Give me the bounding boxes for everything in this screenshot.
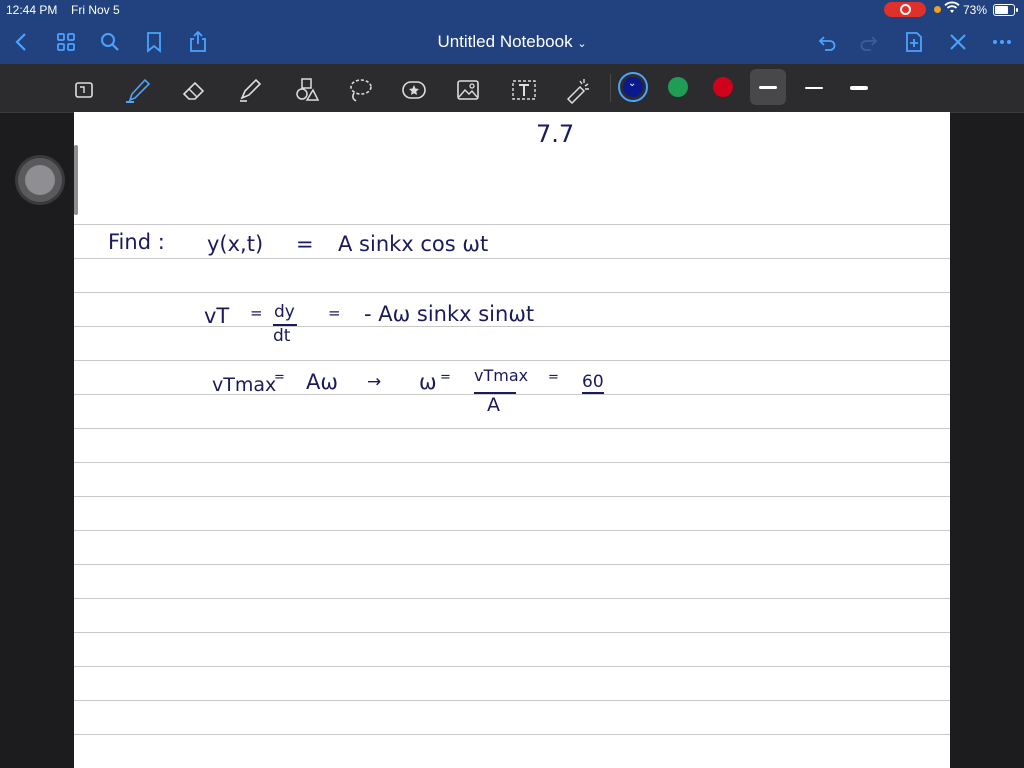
ruled-line [74,666,950,667]
image-icon[interactable] [450,72,486,108]
omega-symbol: ω [419,370,437,394]
sticker-icon[interactable] [396,72,432,108]
ruled-line [74,292,950,293]
color-swatch-red[interactable] [713,77,733,97]
fraction-numerator: vTmax [474,366,529,385]
pen-icon[interactable] [120,72,156,108]
ruled-line [74,428,950,429]
share-icon[interactable] [184,28,212,56]
status-time: 12:44 PM [6,3,58,17]
wave-function-rhs: A sinkx cos ωt [338,232,489,256]
ruled-line [74,564,950,565]
equals-sign: = [440,370,451,385]
toolbar-divider [610,74,611,102]
laser-pointer-icon[interactable] [560,72,596,108]
ruled-line [74,462,950,463]
lasso-icon[interactable] [342,72,378,108]
chevron-down-icon[interactable]: ⌄ [577,38,586,50]
highlighter-icon[interactable] [232,72,268,108]
bookmark-icon[interactable] [140,28,168,56]
ruled-line [74,530,950,531]
wifi-icon [944,1,960,18]
ruled-line [74,734,950,735]
velocity-rhs: - Aω sinkx sinωt [364,302,535,326]
color-swatch-green[interactable] [668,77,688,97]
color-swatch-navy[interactable]: ⌄ [623,77,643,97]
battery-icon [993,4,1018,16]
status-bar: 12:44 PM Fri Nov 5 73% [0,0,1024,20]
fraction-denominator: A [487,394,500,416]
equals-sign: = [296,232,314,256]
equals-sign: = [250,304,263,322]
equals-sign: = [548,370,559,385]
ruled-line [74,258,950,259]
mic-indicator-icon [934,6,941,13]
stroke-width-thin[interactable] [805,87,823,89]
notebook-title[interactable]: Untitled Notebook ⌄ [437,32,586,51]
tool-bar: ⌄ [0,64,1024,113]
max-velocity-label: vTmax [212,374,277,396]
equals-sign: = [274,370,285,385]
result-value: 60 [582,372,604,394]
nav-bar: Untitled Notebook ⌄ [0,20,1024,64]
more-icon[interactable] [988,28,1016,56]
stroke-width-medium[interactable] [759,86,777,89]
find-label: Find : [108,230,165,254]
scrollbar[interactable] [74,145,78,215]
notebook-title-text: Untitled Notebook [437,32,573,51]
amplitude-omega: Aω [306,370,338,394]
search-icon[interactable] [96,28,124,56]
notebook-page[interactable]: 7.7 Find : y(x,t) = A sinkx cos ωt vT = … [74,112,950,768]
eraser-icon[interactable] [176,72,212,108]
add-page-icon[interactable] [900,28,928,56]
ruled-line [74,598,950,599]
battery-percent: 73% [963,3,988,17]
ruled-line [74,224,950,225]
lasso-zoom-icon[interactable] [66,72,102,108]
ruled-line [74,496,950,497]
section-number: 7.7 [536,120,575,148]
text-icon[interactable] [506,72,542,108]
shapes-icon[interactable] [288,72,324,108]
derivative-denominator: dt [273,326,291,346]
stroke-width-thick[interactable] [850,86,868,90]
assistive-touch-button[interactable] [18,158,62,202]
ruled-line [74,632,950,633]
undo-icon[interactable] [812,28,840,56]
equals-sign: = [328,304,341,322]
ruled-line [74,394,950,395]
transverse-velocity-label: vT [204,304,230,328]
close-icon[interactable] [944,28,972,56]
ruled-line [74,700,950,701]
back-icon[interactable] [8,28,36,56]
redo-icon[interactable] [856,28,884,56]
ruled-line [74,360,950,361]
wave-function-lhs: y(x,t) [207,232,264,256]
arrow: → [367,372,382,392]
thumbnails-icon[interactable] [52,28,80,56]
chevron-down-icon: ⌄ [628,78,637,89]
derivative-numerator: dy [274,302,295,322]
screen-recording-icon[interactable] [884,2,926,17]
status-date: Fri Nov 5 [71,3,120,17]
